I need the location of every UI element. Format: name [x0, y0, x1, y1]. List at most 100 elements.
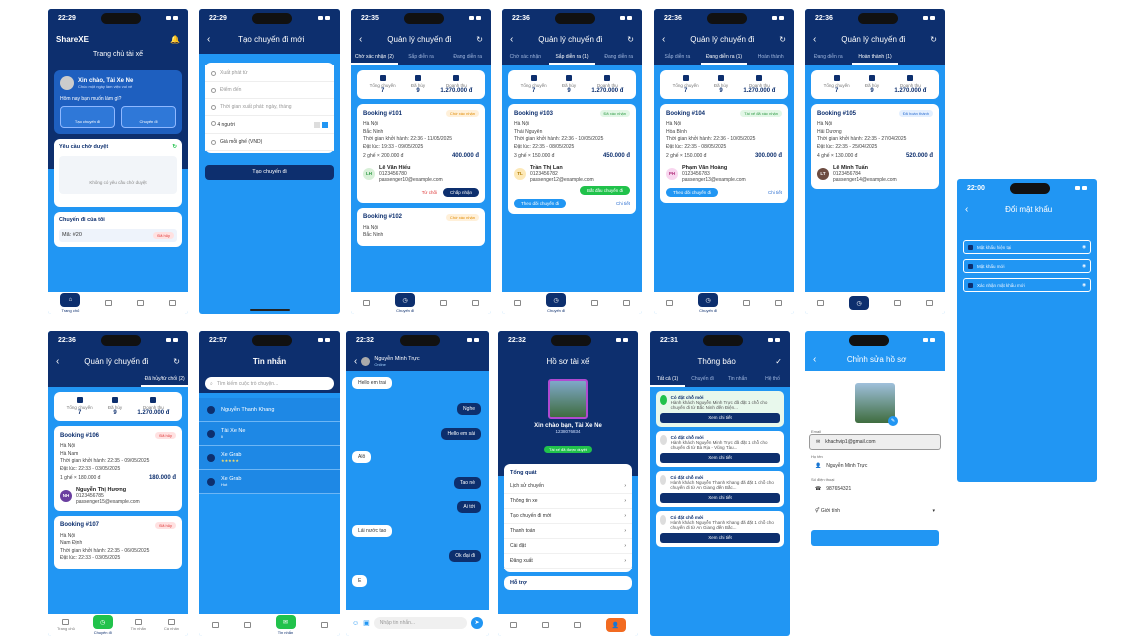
tab-pending[interactable]: Chờ xác nhận: [502, 51, 549, 65]
refresh-icon[interactable]: ↻: [476, 35, 483, 44]
origin-field[interactable]: Xuất phát từ: [205, 65, 334, 82]
status-tabs: Chờ xác nhận (2) Sắp diễn ra Đang diễn r…: [351, 51, 491, 65]
page-title: Tin nhắn: [252, 356, 287, 366]
view-detail-button[interactable]: Xem chi tiết: [660, 453, 780, 463]
search-input[interactable]: ⌕ Tìm kiếm cuộc trò chuyện...: [205, 377, 334, 390]
tab-ongoing[interactable]: Đang diễn ra: [595, 51, 642, 65]
refresh-icon[interactable]: ↻: [627, 35, 634, 44]
nav-profile[interactable]: [168, 300, 176, 306]
create-trip-button[interactable]: Tạo chuyến đi: [60, 106, 115, 128]
nav-trips[interactable]: [105, 300, 113, 306]
eye-icon[interactable]: ◉: [1082, 244, 1086, 250]
menu-payment[interactable]: Thanh toán ›: [504, 524, 632, 539]
view-detail-button[interactable]: Xem chi tiết: [660, 493, 780, 503]
tab-ongoing[interactable]: Đang diễn ra: [805, 51, 852, 65]
nav-messages[interactable]: ✉ Tin nhắn: [275, 615, 296, 635]
nav-trips[interactable]: ◷ Chuyến đi: [395, 293, 416, 313]
mark-read-icon[interactable]: ✓: [775, 357, 782, 366]
lock-icon: [968, 263, 973, 269]
page-title: Trang chủ tài xế: [93, 51, 143, 58]
confirm-password-field[interactable]: Xác nhận mật khẩu mới ◉: [963, 278, 1091, 292]
track-trip-button[interactable]: Theo dõi chuyến đi: [666, 187, 719, 197]
refresh-icon[interactable]: ↻: [172, 144, 177, 150]
nav-trips[interactable]: ◷ Chuyến đi: [92, 615, 113, 635]
menu-trip-history[interactable]: Lịch sử chuyến ›: [504, 479, 632, 494]
detail-link[interactable]: Chi tiết: [616, 201, 630, 206]
view-detail-button[interactable]: Xem chi tiết: [660, 533, 780, 543]
nav-trips[interactable]: ◷ Chuyến đi: [698, 293, 719, 313]
eye-icon[interactable]: ◉: [1082, 263, 1086, 269]
send-button[interactable]: ➤: [471, 617, 483, 629]
reject-button[interactable]: Từ chối: [422, 190, 437, 195]
booking-card[interactable]: Booking #107 Đã hủy Hà Nội Nam Định Thời …: [54, 515, 182, 569]
menu-settings[interactable]: Cài đặt ›: [504, 539, 632, 554]
tab-upcoming[interactable]: Sắp diễn ra: [654, 51, 701, 65]
notification-card[interactable]: Có đặt chỗ mới Hành khách Nguyễn Minh Trự…: [656, 391, 784, 427]
booking-card[interactable]: Booking #106 Đã hủy Hà Nội Hà Nam Thời gi…: [54, 426, 182, 511]
email-field[interactable]: ✉ khachvip1@gmail.com: [809, 434, 941, 450]
save-button[interactable]: [811, 530, 939, 546]
seats-stepper[interactable]: 4 người: [205, 116, 334, 134]
menu-create-trip[interactable]: Tạo chuyến đi mới ›: [504, 509, 632, 524]
notification-card[interactable]: Có đặt chỗ mới Hành khách Nguyễn Minh Trự…: [656, 431, 784, 467]
booking-card[interactable]: Booking #102 Chờ xác nhận Hà Nội Bắc Ninh: [357, 207, 485, 246]
tab-trips[interactable]: Chuyến đi: [685, 373, 720, 387]
nav-home[interactable]: ⌂ Trang chủ: [60, 293, 81, 313]
booking-card[interactable]: Booking #104 Tài xế đã xác nhận Hà Nội Hò…: [660, 104, 788, 203]
tab-upcoming[interactable]: Sắp diễn ra: [398, 51, 445, 65]
notification-card[interactable]: Có đặt chỗ mới Hành khách Nguyễn Thanh Kh…: [656, 511, 784, 547]
current-password-field[interactable]: Mật khẩu hiện tại ◉: [963, 240, 1091, 254]
booking-card[interactable]: Booking #103 Đã xác nhận Hà Nội Thái Nguy…: [508, 104, 636, 214]
nav-trips[interactable]: ◷: [849, 296, 870, 310]
booking-card[interactable]: Booking #105 Đã hoàn thành Hà Nội Hải Dươ…: [811, 104, 939, 189]
price-field[interactable]: Giá mỗi ghế (VND): [205, 134, 334, 151]
tab-ongoing[interactable]: Đang diễn ra: [444, 51, 491, 65]
tab-cancelled[interactable]: Đã hủy/từ chối (2): [141, 373, 188, 387]
tab-messages[interactable]: Tin nhắn: [720, 373, 755, 387]
conversation-item[interactable]: Nguyễn Thanh Khang: [199, 398, 340, 422]
start-trip-button[interactable]: Bắt đầu chuyến đi: [579, 185, 630, 195]
image-icon[interactable]: ▣: [363, 619, 370, 627]
phone-field[interactable]: ☎ 987654321: [809, 482, 941, 496]
tab-ongoing[interactable]: Đang diễn ra (1): [700, 51, 748, 65]
accept-button[interactable]: Chấp nhận: [442, 187, 479, 197]
avatar[interactable]: ✎: [855, 383, 898, 426]
time-field[interactable]: Thời gian xuất phát: ngày, tháng: [205, 99, 334, 116]
create-trip-submit-button[interactable]: Tạo chuyến đi: [205, 165, 334, 180]
nav-profile[interactable]: 👤: [605, 618, 626, 632]
refresh-icon[interactable]: ↻: [173, 357, 180, 366]
page-title: Thông báo: [697, 356, 736, 366]
notification-card[interactable]: Có đặt chỗ mới Hành khách Nguyễn Thanh Kh…: [656, 471, 784, 507]
nav-messages[interactable]: [136, 300, 144, 306]
view-detail-button[interactable]: Xem chi tiết: [660, 413, 780, 423]
camera-icon[interactable]: ✎: [888, 416, 898, 426]
tab-done[interactable]: Hoàn thành (1): [851, 51, 899, 65]
name-field[interactable]: 👤 Nguyễn Minh Trực: [809, 459, 941, 473]
screen-driver-home: 22:29 ShareXE 🔔 Trang chủ tài xế Xin chào…: [48, 9, 188, 314]
conversation-item[interactable]: Tài Xe Ne Ii: [199, 422, 340, 446]
conversation-item[interactable]: Xe Grab ★★★★★: [199, 446, 340, 470]
refresh-icon[interactable]: ↻: [930, 35, 937, 44]
new-password-field[interactable]: Mật khẩu mới ◉: [963, 259, 1091, 273]
bell-icon[interactable]: 🔔: [170, 35, 180, 44]
eye-icon[interactable]: ◉: [1082, 282, 1086, 288]
destination-field[interactable]: Điểm đến: [205, 82, 334, 99]
tab-all[interactable]: Tất cả (1): [650, 373, 685, 387]
detail-link[interactable]: Chi tiết: [768, 190, 782, 195]
message-input[interactable]: Nhập tin nhắn...: [373, 617, 467, 629]
tab-system[interactable]: Hệ thố: [755, 373, 790, 387]
emoji-icon[interactable]: ☺: [352, 620, 359, 627]
trips-button[interactable]: Chuyến đi: [121, 106, 176, 128]
track-trip-button[interactable]: Theo dõi chuyến đi: [514, 198, 567, 208]
gender-select[interactable]: ⚥ Giới tính ▾: [809, 504, 941, 518]
menu-vehicle-info[interactable]: Thông tin xe ›: [504, 494, 632, 509]
conversation-item[interactable]: Xe Grab Hot: [199, 470, 340, 494]
tab-upcoming[interactable]: Sắp diễn ra (1): [548, 51, 596, 65]
nav-trips[interactable]: ◷ Chuyến đi: [546, 293, 567, 313]
booking-card[interactable]: Booking #101 Chờ xác nhận Hà Nội Bắc Ninh…: [357, 104, 485, 203]
refresh-icon[interactable]: ↻: [779, 35, 786, 44]
back-icon[interactable]: ‹: [354, 356, 357, 367]
tab-pending[interactable]: Chờ xác nhận (2): [351, 51, 398, 65]
tab-done[interactable]: Hoàn thành: [747, 51, 794, 65]
menu-logout[interactable]: Đăng xuất ›: [504, 554, 632, 569]
